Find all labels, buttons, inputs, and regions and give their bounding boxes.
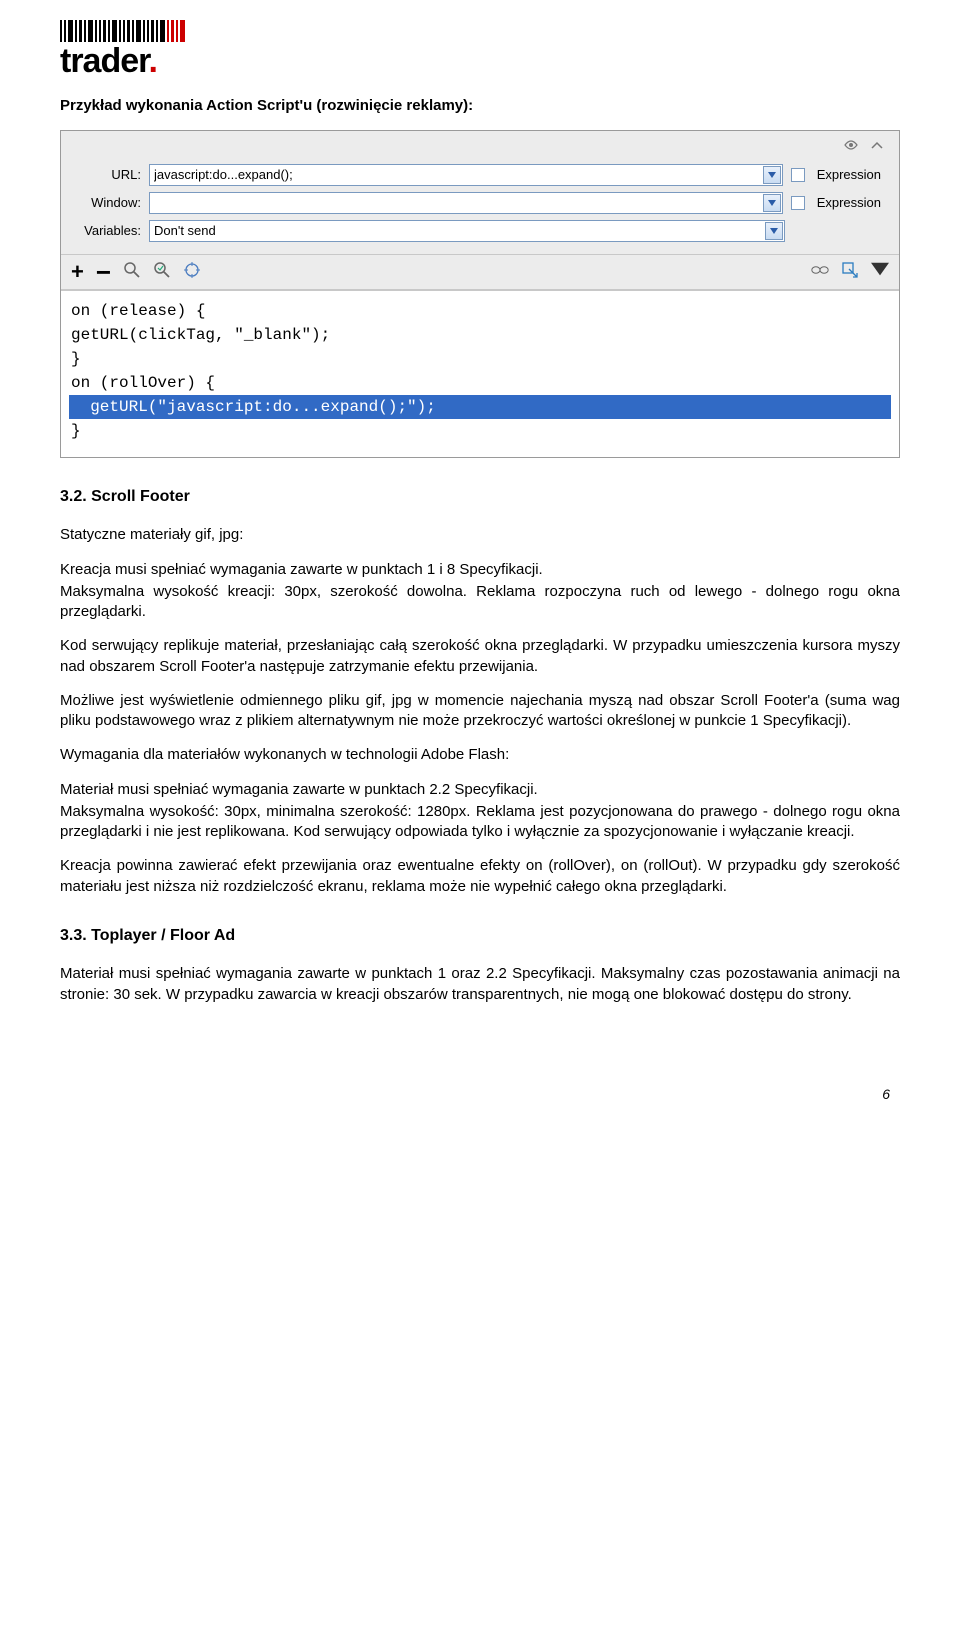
- code-line: getURL(clickTag, "_blank");: [71, 323, 889, 347]
- panel-top-icon[interactable]: [843, 139, 859, 158]
- text-p9: Kreacja powinna zawierać efekt przewijan…: [60, 856, 900, 897]
- url-dropdown-icon[interactable]: [763, 166, 781, 184]
- logo-text: trader.: [60, 44, 900, 78]
- window-dropdown-icon[interactable]: [763, 194, 781, 212]
- code-line: on (release) {: [71, 299, 889, 323]
- variables-input[interactable]: [149, 220, 785, 242]
- code-line: }: [71, 419, 889, 443]
- text-p5: Możliwe jest wyświetlenie odmiennego pli…: [60, 691, 900, 732]
- text-p8: Maksymalna wysokość: 30px, minimalna sze…: [60, 802, 900, 843]
- syntax-check-icon[interactable]: [153, 261, 171, 284]
- window-expression-label: Expression: [817, 194, 881, 212]
- window-label: Window:: [71, 194, 141, 212]
- text-s33-p1: Materiał musi spełniać wymagania zawarte…: [60, 964, 900, 1005]
- logo-main: trader: [60, 42, 149, 80]
- toolbar-menu-icon[interactable]: [871, 261, 889, 284]
- section-heading-3-3: 3.3. Toplayer / Floor Ad: [60, 925, 900, 947]
- text-static-gif-jpg: Statyczne materiały gif, jpg:: [60, 525, 900, 545]
- text-p4: Kod serwujący replikuje materiał, przesł…: [60, 636, 900, 677]
- section-heading-3-2: 3.2. Scroll Footer: [60, 486, 900, 508]
- window-input[interactable]: [149, 192, 783, 214]
- text-p6: Wymagania dla materiałów wykonanych w te…: [60, 745, 900, 765]
- remove-statement-button[interactable]: −: [96, 259, 111, 285]
- variables-dropdown-icon[interactable]: [765, 222, 783, 240]
- find-icon[interactable]: [123, 261, 141, 284]
- url-label: URL:: [71, 166, 141, 184]
- window-expression-checkbox[interactable]: [791, 196, 805, 210]
- url-input[interactable]: [149, 164, 783, 186]
- text-p7: Materiał musi spełniać wymagania zawarte…: [60, 780, 900, 800]
- actionscript-panel: URL: Expression Window: Expression Varia…: [60, 130, 900, 458]
- view-options-icon[interactable]: [811, 261, 829, 284]
- target-icon[interactable]: [183, 261, 201, 284]
- intro-heading: Przykład wykonania Action Script'u (rozw…: [60, 96, 900, 116]
- logo-dot: .: [149, 42, 157, 80]
- text-p2: Kreacja musi spełniać wymagania zawarte …: [60, 560, 900, 580]
- code-line: on (rollOver) {: [71, 371, 889, 395]
- code-toolbar: + −: [61, 254, 899, 290]
- add-statement-button[interactable]: +: [71, 261, 84, 283]
- code-line: }: [71, 347, 889, 371]
- logo-barcode: [60, 20, 900, 42]
- panel-collapse-icon[interactable]: [869, 139, 885, 158]
- page-number: 6: [60, 1085, 900, 1104]
- url-expression-checkbox[interactable]: [791, 168, 805, 182]
- code-line-selected: getURL("javascript:do...expand();");: [69, 395, 891, 419]
- code-editor[interactable]: on (release) { getURL(clickTag, "_blank"…: [61, 290, 899, 457]
- variables-label: Variables:: [71, 222, 141, 240]
- script-assist-icon[interactable]: [841, 261, 859, 284]
- text-p3: Maksymalna wysokość kreacji: 30px, szero…: [60, 582, 900, 623]
- url-expression-label: Expression: [817, 166, 881, 184]
